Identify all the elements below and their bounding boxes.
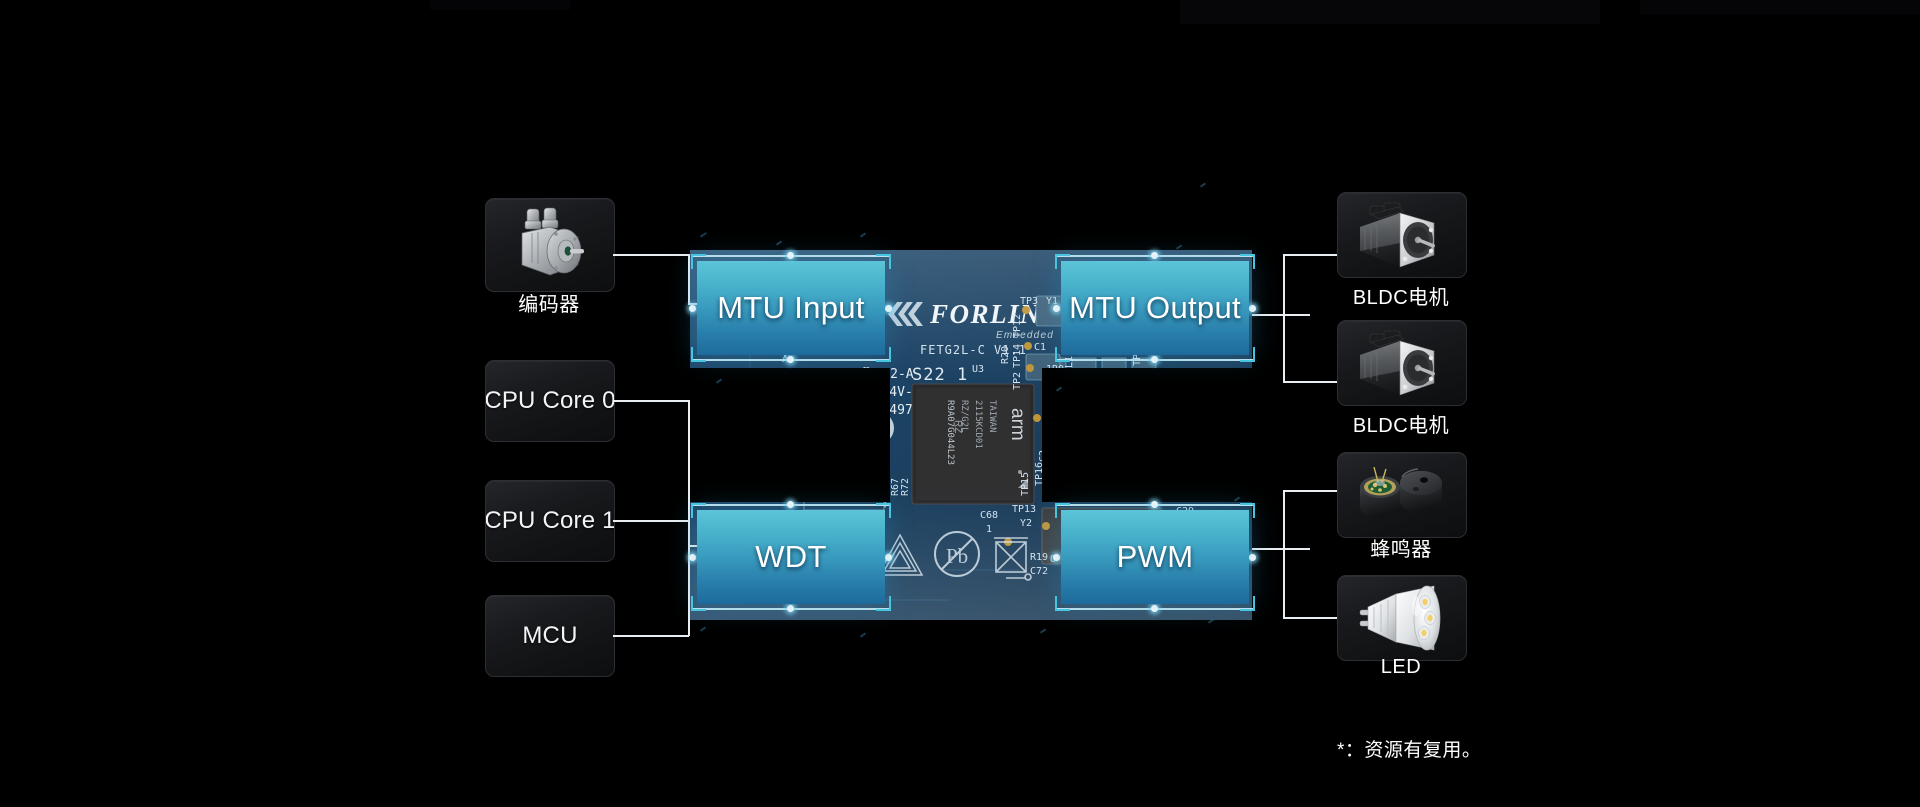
ambient-patch (430, 0, 570, 10)
block-pwm[interactable]: PWM (1061, 510, 1249, 604)
card-label-bldc-motor-1: BLDC电机 (1352, 287, 1450, 309)
card-label-bldc-motor-2: BLDC电机 (1352, 415, 1450, 437)
ambient-patch (1640, 0, 1920, 14)
arrow-left-icon (862, 412, 894, 444)
rotary-encoder-icon (521, 207, 584, 276)
svg-text:C156: C156 (1168, 376, 1179, 400)
card-label-encoder: 编码器 (518, 294, 580, 316)
svg-text:TP4: TP4 (1080, 448, 1091, 466)
card-label-mcu: MCU (522, 622, 578, 649)
card-mcu[interactable]: MCU (485, 595, 615, 677)
svg-text:C36: C36 (1100, 428, 1111, 446)
card-label-cpu-core-1: CPU Core 1 (485, 507, 615, 534)
svg-text:R68: R68 (766, 458, 777, 476)
connector-right-bus1-v (1283, 254, 1285, 382)
svg-text:U5: U5 (1090, 488, 1103, 501)
connector-mcu-h (613, 635, 689, 637)
card-buzzer[interactable] (1337, 452, 1467, 538)
svg-text:U4: U4 (860, 436, 874, 449)
connector-left-bus-v (688, 400, 690, 636)
svg-text:C33: C33 (1176, 474, 1194, 485)
block-label-wdt: WDT (755, 539, 827, 574)
svg-text:C16: C16 (774, 454, 785, 472)
svg-text:R73: R73 (870, 478, 881, 496)
card-encoder[interactable] (485, 198, 615, 292)
card-cpu-core-0[interactable]: CPU Core 0 (485, 360, 615, 442)
card-label-cpu-core-0: CPU Core 0 (485, 387, 615, 414)
block-mtu-input[interactable]: MTU Input (697, 261, 885, 355)
card-label-buzzer: 蜂鸣器 (1370, 539, 1432, 561)
svg-text:TP5: TP5 (1094, 458, 1105, 476)
connector-cpu1-h (613, 520, 689, 522)
svg-text:L4: L4 (1078, 438, 1090, 449)
connector-pwm-h (1252, 548, 1310, 550)
connector-encoder-h1 (613, 254, 689, 256)
svg-text:L3: L3 (1046, 438, 1058, 449)
block-label-mtu-output: MTU Output (1069, 290, 1241, 325)
card-bldc-motor-1[interactable] (1337, 192, 1467, 278)
connector-led-h (1283, 617, 1337, 619)
svg-text:C31: C31 (1176, 490, 1194, 501)
svg-text:TP7: TP7 (1140, 410, 1151, 428)
svg-text:R30: R30 (840, 478, 851, 496)
connector-cpu0-h (613, 400, 689, 402)
svg-text:X1: X1 (1156, 428, 1167, 440)
ambient-patch (1180, 0, 1600, 24)
connector-mtu-output-h (1252, 314, 1310, 316)
svg-text:SY8303J: SY8303J (1107, 410, 1117, 448)
connector-bldc2-h (1283, 381, 1337, 383)
svg-text:R35: R35 (850, 478, 861, 496)
card-cpu-core-1[interactable]: CPU Core 1 (485, 480, 615, 562)
diagram-canvas: FORLINX Embedded FETG2L-C V1.1 S22 1 ⛑ M… (0, 0, 1920, 807)
buzzer-icon (1360, 466, 1442, 518)
svg-text:R84: R84 (880, 478, 891, 496)
block-wdt[interactable]: WDT (697, 510, 885, 604)
connector-right-bus2-v (1283, 490, 1285, 618)
block-label-pwm: PWM (1116, 539, 1194, 574)
svg-text:R40: R40 (860, 478, 871, 496)
svg-text:C150: C150 (1152, 376, 1163, 400)
bldc-motor-icon (1360, 330, 1435, 396)
card-bldc-motor-2[interactable] (1337, 320, 1467, 406)
svg-text:TP1: TP1 (1052, 408, 1063, 426)
block-label-mtu-input: MTU Input (717, 290, 865, 325)
connector-bldc1-h (1283, 254, 1337, 256)
block-mtu-output[interactable]: MTU Output (1061, 261, 1249, 355)
card-label-led: LED (1380, 656, 1422, 678)
led-bulb-icon (1359, 585, 1441, 651)
memory-chip-right: SY8303J (1079, 375, 1143, 448)
svg-text:C20: C20 (1104, 452, 1115, 470)
card-led[interactable] (1337, 575, 1467, 661)
footnote-text: *：资源有复用。 (1337, 740, 1482, 761)
svg-text:C37: C37 (1090, 428, 1101, 446)
bldc-motor-icon (1360, 202, 1435, 268)
connector-buzzer-h (1283, 490, 1337, 492)
memory-chip-u4: U4 (785, 369, 874, 471)
connector-encoder-v (688, 254, 690, 305)
